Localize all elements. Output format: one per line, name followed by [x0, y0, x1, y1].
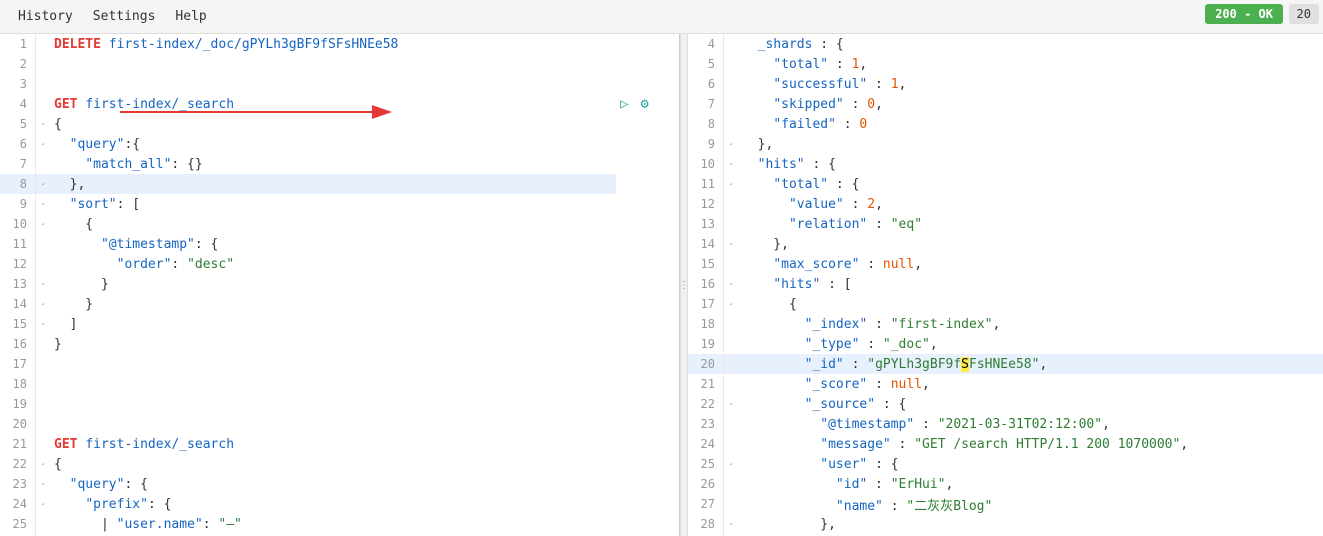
right-line-9: 9 - },: [688, 134, 1323, 154]
main-container: 1 DELETE first-index/_doc/gPYLh3gBF9fSFs…: [0, 34, 1323, 536]
right-line-7: 7 "skipped" : 0,: [688, 94, 1323, 114]
right-line-16: 16 - "hits" : [: [688, 274, 1323, 294]
code-line-9: 9 - "sort": [: [0, 194, 679, 214]
code-line-11: 11 "@timestamp": {: [0, 234, 679, 254]
left-panel[interactable]: 1 DELETE first-index/_doc/gPYLh3gBF9fSFs…: [0, 34, 680, 536]
status-badge: 200 - OK: [1205, 4, 1283, 24]
menu-history[interactable]: History: [8, 3, 83, 30]
right-line-25: 25 - "user" : {: [688, 454, 1323, 474]
code-line-4: 4 GET first-index/_search ▷ ⚙: [0, 94, 679, 114]
code-line-20: 20: [0, 414, 679, 434]
right-line-5: 5 "total" : 1,: [688, 54, 1323, 74]
right-panel[interactable]: 4 _shards : { 5 "total" : 1, 6 "successf…: [688, 34, 1323, 536]
menu-settings[interactable]: Settings: [83, 3, 166, 30]
right-code-area: 4 _shards : { 5 "total" : 1, 6 "successf…: [688, 34, 1323, 536]
left-code-area: 1 DELETE first-index/_doc/gPYLh3gBF9fSFs…: [0, 34, 679, 536]
code-line-24: 24 - "prefix": {: [0, 494, 679, 514]
right-line-6: 6 "successful" : 1,: [688, 74, 1323, 94]
right-line-15: 15 "max_score" : null,: [688, 254, 1323, 274]
code-line-12: 12 "order": "desc": [0, 254, 679, 274]
right-line-21: 21 "_score" : null,: [688, 374, 1323, 394]
right-line-24: 24 "message" : "GET /search HTTP/1.1 200…: [688, 434, 1323, 454]
code-line-6: 6 - "query":{: [0, 134, 679, 154]
right-line-10: 10 - "hits" : {: [688, 154, 1323, 174]
code-line-19: 19: [0, 394, 679, 414]
code-line-16: 16 }: [0, 334, 679, 354]
right-line-11: 11 - "total" : {: [688, 174, 1323, 194]
code-line-22: 22 - {: [0, 454, 679, 474]
code-line-17: 17: [0, 354, 679, 374]
right-line-12: 12 "value" : 2,: [688, 194, 1323, 214]
code-line-5: 5 - {: [0, 114, 679, 134]
tools-icon[interactable]: ⚙: [640, 96, 648, 112]
code-line-25: 25 | "user.name": "—": [0, 514, 679, 534]
right-line-22: 22 - "_source" : {: [688, 394, 1323, 414]
code-line-2: 2: [0, 54, 679, 74]
code-line-3: 3: [0, 74, 679, 94]
code-line-15: 15 - ]: [0, 314, 679, 334]
code-line-21: 21 GET first-index/_search: [0, 434, 679, 454]
code-line-18: 18: [0, 374, 679, 394]
right-line-8: 8 "failed" : 0: [688, 114, 1323, 134]
right-line-20: 20 "_id" : "gPYLh3gBF9fSFsHNEe58",: [688, 354, 1323, 374]
right-line-28: 28 - },: [688, 514, 1323, 534]
menu-help[interactable]: Help: [165, 3, 216, 30]
right-line-13: 13 "relation" : "eq": [688, 214, 1323, 234]
code-line-23: 23 - "query": {: [0, 474, 679, 494]
right-line-19: 19 "_type" : "_doc",: [688, 334, 1323, 354]
code-line-7: 7 "match_all": {}: [0, 154, 679, 174]
panel-divider[interactable]: ⋮: [680, 34, 688, 536]
right-line-23: 23 "@timestamp" : "2021-03-31T02:12:00",: [688, 414, 1323, 434]
code-line-8: 8 - },: [0, 174, 679, 194]
code-line-10: 10 - {: [0, 214, 679, 234]
right-line-17: 17 - {: [688, 294, 1323, 314]
code-line-14: 14 - }: [0, 294, 679, 314]
status-num: 20: [1289, 4, 1319, 24]
menubar: History Settings Help 200 - OK 20: [0, 0, 1323, 34]
code-line-1: 1 DELETE first-index/_doc/gPYLh3gBF9fSFs…: [0, 34, 679, 54]
run-icon[interactable]: ▷: [620, 96, 628, 112]
right-line-26: 26 "id" : "ErHui",: [688, 474, 1323, 494]
code-line-13: 13 - }: [0, 274, 679, 294]
right-line-4: 4 _shards : {: [688, 34, 1323, 54]
right-line-18: 18 "_index" : "first-index",: [688, 314, 1323, 334]
right-line-27: 27 "name" : "二灰灰Blog": [688, 494, 1323, 514]
right-line-14: 14 - },: [688, 234, 1323, 254]
